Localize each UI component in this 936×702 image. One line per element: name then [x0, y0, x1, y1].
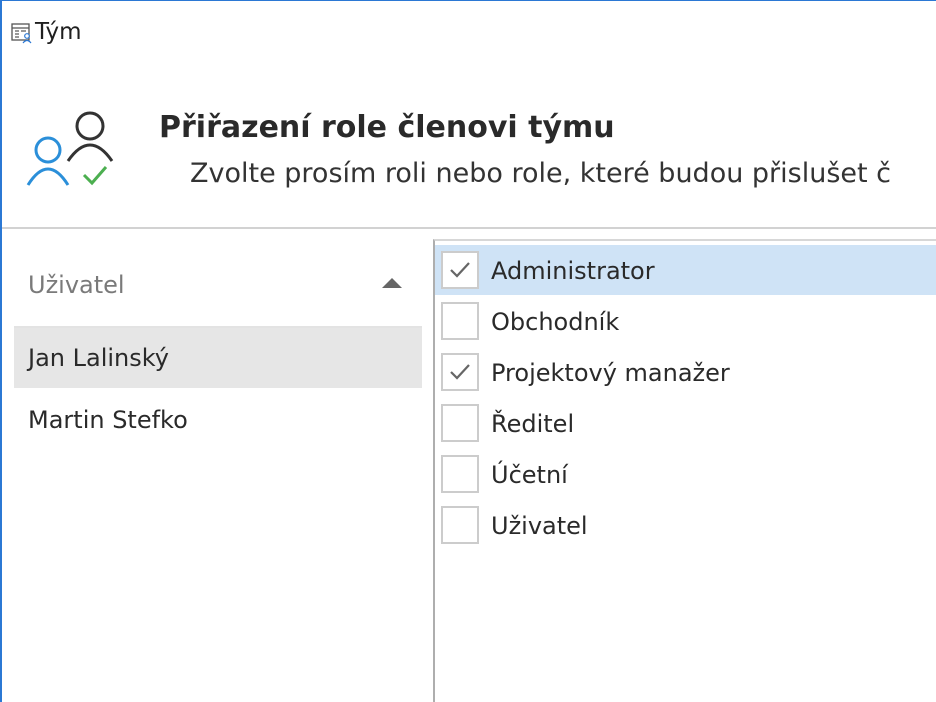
role-list: Administrator Obchodník Projektový manaž…: [433, 239, 936, 702]
user-row-martin-stefko[interactable]: Martin Stefko: [14, 390, 422, 450]
check-icon: [450, 262, 470, 278]
role-row-projektovy-manazer[interactable]: Projektový manažer: [435, 347, 936, 397]
dialog-header: Přiřazení role členovi týmu Zvolte prosí…: [2, 67, 936, 227]
role-row-obchodnik[interactable]: Obchodník: [435, 296, 936, 346]
role-label: Účetní: [491, 461, 568, 489]
dialog-subtitle: Zvolte prosím roli nebo role, které budo…: [190, 158, 892, 189]
header-divider: [2, 227, 936, 229]
role-label: Obchodník: [491, 308, 620, 336]
role-row-reditel[interactable]: Ředitel: [435, 398, 936, 448]
user-name: Jan Lalinský: [28, 344, 169, 372]
user-list: Uživatel Jan Lalinský Martin Stefko: [14, 241, 422, 702]
app-window: Tým Přiřazení role členovi týmu Zvolte p…: [0, 0, 936, 702]
role-label: Uživatel: [491, 512, 588, 540]
role-checkbox-administrator[interactable]: [441, 251, 479, 289]
title-bar[interactable]: Tým: [2, 1, 936, 67]
user-column-label: Uživatel: [28, 271, 125, 299]
sort-ascending-icon[interactable]: [382, 278, 402, 288]
role-row-administrator[interactable]: Administrator: [435, 245, 936, 295]
users-check-icon: [26, 111, 114, 186]
user-name: Martin Stefko: [28, 406, 188, 434]
role-checkbox-ucetni[interactable]: [441, 455, 479, 493]
role-row-ucetni[interactable]: Účetní: [435, 449, 936, 499]
role-checkbox-projektovy-manazer[interactable]: [441, 353, 479, 391]
role-checkbox-obchodnik[interactable]: [441, 302, 479, 340]
user-row-jan-lalinsky[interactable]: Jan Lalinský: [14, 328, 422, 388]
role-checkbox-reditel[interactable]: [441, 404, 479, 442]
check-icon: [450, 364, 470, 380]
role-label: Projektový manažer: [491, 359, 730, 387]
role-checkbox-uzivatel[interactable]: [441, 506, 479, 544]
role-row-uzivatel[interactable]: Uživatel: [435, 500, 936, 550]
team-list-icon: [11, 23, 32, 44]
dialog-title: Přiřazení role členovi týmu: [159, 110, 615, 145]
user-column-header[interactable]: Uživatel: [14, 241, 422, 328]
window-title: Tým: [35, 19, 82, 45]
role-label: Ředitel: [491, 410, 575, 438]
role-label: Administrator: [491, 257, 655, 285]
